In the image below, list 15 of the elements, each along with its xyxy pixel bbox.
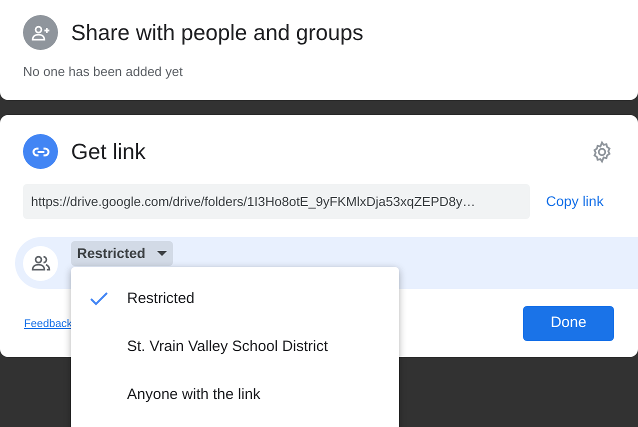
caret-icon — [157, 250, 168, 256]
share-title: Share with people and groups — [71, 19, 364, 47]
menu-item[interactable]: Restricted — [71, 275, 399, 323]
access-dropdown[interactable]: Restricted — [71, 241, 174, 266]
menu-item[interactable]: St. Vrain Valley School District — [71, 323, 399, 371]
add-person-icon — [23, 15, 58, 50]
done-button[interactable]: Done — [523, 306, 614, 341]
copy-link-button[interactable]: Copy link — [546, 191, 604, 212]
url-field[interactable]: https://drive.google.com/drive/folders/1I3Ho8otE_9yFKMlxDja53xqZEPD8y… — [23, 184, 530, 219]
link-title: Get link — [71, 138, 147, 166]
link-icon — [23, 134, 58, 169]
people-icon — [23, 246, 58, 280]
menu-item[interactable]: Anyone with the link — [71, 371, 399, 419]
feedback-link[interactable]: Feedback — [24, 316, 72, 333]
share-subtitle: No one has been added yet — [23, 63, 184, 81]
